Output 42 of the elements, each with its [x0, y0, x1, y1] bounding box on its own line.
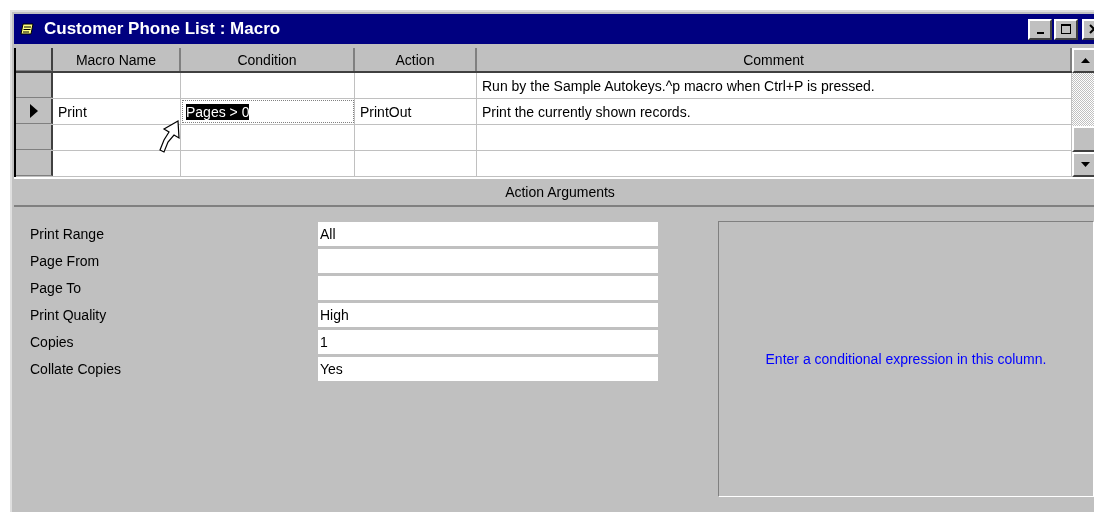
field-label: Print Quality — [30, 306, 108, 323]
cell-text: Run by the Sample Autokeys.^p macro when Ctrl+P is pressed. — [482, 77, 875, 94]
input-field[interactable]: All — [318, 221, 658, 246]
maximize-button[interactable] — [1054, 18, 1078, 40]
input-field[interactable] — [318, 248, 658, 273]
row-selector[interactable] — [16, 73, 53, 98]
scroll-down-button[interactable] — [1072, 152, 1094, 177]
minimize-button[interactable] — [1028, 18, 1052, 40]
input-field[interactable] — [318, 275, 658, 300]
minimize-icon — [1036, 32, 1044, 34]
field-label: Copies — [30, 333, 75, 350]
up-arrow-icon — [1080, 58, 1090, 63]
table-cell[interactable]: PrintOut — [355, 99, 477, 124]
input-field[interactable]: High — [318, 302, 658, 327]
scroll-icon — [20, 21, 36, 37]
row-selector[interactable] — [16, 99, 53, 124]
table-cell[interactable]: Pages > 0 — [181, 99, 355, 124]
cell-text: PrintOut — [360, 103, 412, 120]
field-label: Page From — [30, 252, 101, 269]
input-field[interactable]: Yes — [318, 356, 658, 381]
field-label: Page To — [30, 279, 83, 296]
column-header[interactable]: Comment — [477, 48, 1072, 71]
condition-text: Pages > 0 — [186, 103, 250, 120]
help-text: Enter a conditional expression in this column. — [765, 351, 1047, 367]
maximize-icon — [1061, 24, 1071, 34]
section-header: Action Arguments — [14, 179, 1094, 207]
column-header[interactable]: Macro Name — [53, 48, 181, 71]
down-arrow-icon — [1080, 162, 1090, 167]
row-selector[interactable] — [16, 151, 53, 176]
cell-text: Print the currently shown records. — [482, 103, 691, 120]
field-label: Collate Copies — [30, 360, 123, 377]
field-label: Print Range — [30, 225, 105, 242]
column-header[interactable]: Action — [355, 48, 477, 71]
column-header[interactable]: Condition — [181, 48, 355, 71]
cell-text: Print — [58, 103, 87, 120]
row-selector[interactable] — [16, 125, 53, 150]
scroll-up-button[interactable] — [1072, 48, 1094, 73]
vertical-scrollbar[interactable] — [1072, 48, 1094, 177]
window-title: Customer Phone List : Macro — [44, 19, 281, 39]
scroll-thumb[interactable] — [1072, 126, 1094, 152]
input-field[interactable]: 1 — [318, 329, 658, 354]
current-row-icon — [29, 104, 38, 118]
